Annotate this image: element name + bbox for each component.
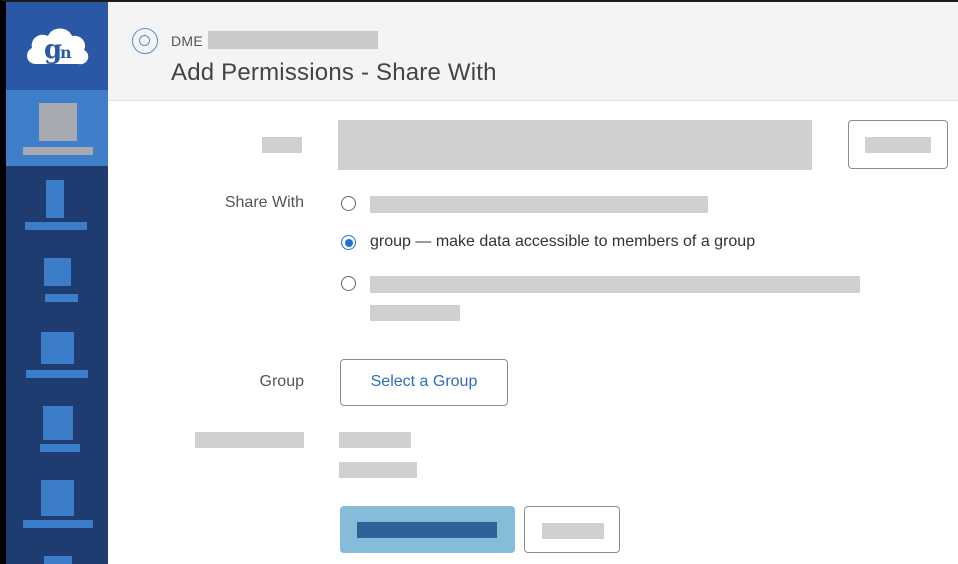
share-option-3-radio[interactable] bbox=[341, 276, 356, 291]
redacted-nav-label bbox=[25, 222, 87, 230]
browse-button-label-redacted bbox=[865, 137, 931, 153]
add-permission-button[interactable] bbox=[340, 506, 515, 553]
redacted-nav-icon bbox=[44, 556, 72, 564]
select-group-button[interactable]: Select a Group bbox=[340, 359, 508, 406]
share-option-group-radio[interactable] bbox=[341, 235, 356, 250]
share-option-1-radio[interactable] bbox=[341, 196, 356, 211]
share-option-group-label[interactable]: group — make data accessible to members … bbox=[370, 233, 755, 251]
cancel-button[interactable] bbox=[524, 506, 620, 553]
share-option-3-label-redacted bbox=[370, 276, 860, 293]
redacted-nav-icon bbox=[39, 103, 77, 141]
globus-logo-icon: g n bbox=[27, 28, 89, 65]
redacted-nav-label bbox=[40, 444, 80, 452]
cancel-button-label-redacted bbox=[542, 523, 604, 539]
path-input-redacted[interactable] bbox=[338, 120, 812, 170]
svg-text:n: n bbox=[60, 43, 72, 62]
endpoint-name: DME bbox=[171, 33, 204, 49]
info-value-redacted-line2 bbox=[339, 462, 417, 478]
info-value-redacted bbox=[339, 432, 411, 448]
endpoint-ring-icon bbox=[132, 28, 158, 54]
share-option-3-label-redacted-line2 bbox=[370, 305, 460, 321]
redacted-nav-icon bbox=[41, 332, 74, 364]
page-header: DME Add Permissions - Share With bbox=[108, 2, 958, 101]
redacted-nav-label bbox=[26, 370, 88, 378]
sidebar: g n bbox=[6, 2, 108, 564]
logo[interactable]: g n bbox=[6, 2, 108, 90]
browse-button[interactable] bbox=[848, 120, 948, 169]
info-label-redacted bbox=[195, 432, 304, 448]
redacted-nav-label bbox=[23, 147, 93, 155]
share-with-label: Share With bbox=[224, 194, 304, 211]
redacted-nav-icon bbox=[43, 406, 73, 440]
redacted-nav-icon bbox=[44, 258, 71, 286]
redacted-nav-label bbox=[23, 520, 93, 528]
sidebar-item-1[interactable] bbox=[6, 90, 108, 166]
redacted-nav-icon bbox=[46, 180, 64, 218]
add-permission-button-label-redacted bbox=[357, 522, 497, 538]
share-option-1-label-redacted bbox=[370, 196, 708, 213]
endpoint-name-redacted bbox=[208, 31, 378, 49]
redacted-nav-label bbox=[45, 294, 78, 302]
page-title: Add Permissions - Share With bbox=[171, 59, 497, 86]
group-label: Group bbox=[259, 373, 304, 390]
path-label-redacted bbox=[262, 137, 302, 153]
redacted-nav-icon bbox=[41, 480, 74, 516]
